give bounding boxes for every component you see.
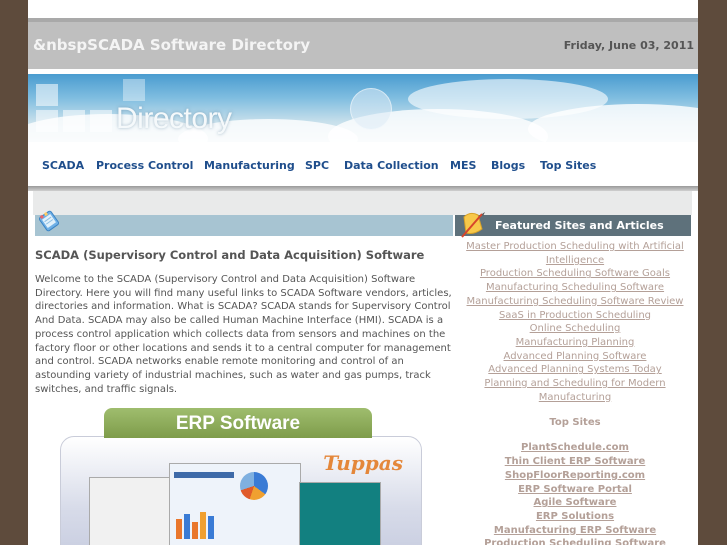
- featured-link[interactable]: SaaS in Production Scheduling: [455, 309, 695, 323]
- content-header-band: [33, 191, 692, 215]
- ad-title-tab: ERP Software: [104, 408, 372, 438]
- ad-screenshot-form: [89, 477, 171, 545]
- top-site-link[interactable]: ShopFloorReporting.com: [455, 469, 695, 483]
- pencil-note-icon: [461, 212, 485, 238]
- nav-item-process-control[interactable]: Process Control: [96, 159, 193, 172]
- nav-item-top-sites[interactable]: Top Sites: [540, 159, 596, 172]
- featured-link[interactable]: Planning and Scheduling for Modern Manuf…: [455, 377, 695, 404]
- ad-screenshot-dashboard: [169, 463, 301, 545]
- main-navigation: SCADA Process Control Manufacturing SPC …: [28, 142, 698, 186]
- featured-link[interactable]: Online Scheduling: [455, 322, 695, 336]
- nav-item-spc[interactable]: SPC: [305, 159, 329, 172]
- current-date: Friday, June 03, 2011: [563, 39, 694, 52]
- featured-link[interactable]: Manufacturing Scheduling Software: [455, 281, 695, 295]
- header-banner: Directory: [28, 74, 698, 142]
- featured-section-bar: Featured Sites and Articles: [455, 215, 691, 236]
- featured-link[interactable]: Production Scheduling Software Goals: [455, 267, 695, 281]
- featured-link[interactable]: Master Production Scheduling with Artifi…: [455, 240, 695, 267]
- square-decoration: [63, 110, 85, 132]
- square-decoration: [36, 110, 58, 132]
- nav-item-scada[interactable]: SCADA: [42, 159, 84, 172]
- featured-title: Featured Sites and Articles: [495, 219, 664, 232]
- erp-software-advertisement[interactable]: Tuppas ERP Software: [60, 406, 422, 545]
- top-sites-heading: Top Sites: [549, 417, 601, 429]
- nav-item-blogs[interactable]: Blogs: [491, 159, 525, 172]
- top-site-link[interactable]: Agile Software: [455, 496, 695, 510]
- ad-title: ERP Software: [175, 413, 301, 434]
- page-container: &nbspSCADA Software Directory Friday, Ju…: [28, 0, 698, 545]
- nav-item-data-collection[interactable]: Data Collection: [344, 159, 439, 172]
- square-decoration: [123, 79, 145, 101]
- main-section-bar: [35, 215, 453, 236]
- featured-link[interactable]: Advanced Planning Systems Today: [455, 363, 695, 377]
- banner-title: Directory: [116, 102, 232, 135]
- intro-paragraph: Welcome to the SCADA (Supervisory Contro…: [35, 274, 452, 395]
- top-site-link[interactable]: ERP Solutions: [455, 510, 695, 524]
- title-bar: &nbspSCADA Software Directory Friday, Ju…: [28, 22, 698, 69]
- top-site-link[interactable]: PlantSchedule.com: [455, 441, 695, 455]
- nav-item-mes[interactable]: MES: [450, 159, 476, 172]
- top-site-link[interactable]: Production Scheduling Software: [455, 537, 695, 545]
- top-site-link[interactable]: Manufacturing ERP Software: [455, 524, 695, 538]
- featured-link[interactable]: Manufacturing Planning: [455, 336, 695, 350]
- ad-brand-logo: Tuppas: [323, 451, 403, 475]
- square-decoration: [36, 84, 58, 106]
- ad-panel: Tuppas: [60, 436, 422, 545]
- notepad-icon: [38, 210, 60, 232]
- top-site-link[interactable]: ERP Software Portal: [455, 483, 695, 497]
- moon-decoration: [350, 88, 392, 130]
- nav-item-manufacturing[interactable]: Manufacturing: [204, 159, 295, 172]
- featured-links-list: Master Production Scheduling with Artifi…: [455, 240, 695, 404]
- sidebar: Master Production Scheduling with Artifi…: [455, 240, 695, 545]
- featured-link[interactable]: Advanced Planning Software: [455, 350, 695, 364]
- featured-link[interactable]: Manufacturing Scheduling Software Review: [455, 295, 695, 309]
- top-sites-list: PlantSchedule.com Thin Client ERP Softwa…: [455, 441, 695, 545]
- main-heading: SCADA (Supervisory Control and Data Acqu…: [35, 248, 425, 262]
- top-site-link[interactable]: Thin Client ERP Software: [455, 455, 695, 469]
- site-title: &nbspSCADA Software Directory: [33, 36, 311, 54]
- square-decoration: [90, 110, 112, 132]
- ad-screenshot-scheduler: [299, 482, 381, 545]
